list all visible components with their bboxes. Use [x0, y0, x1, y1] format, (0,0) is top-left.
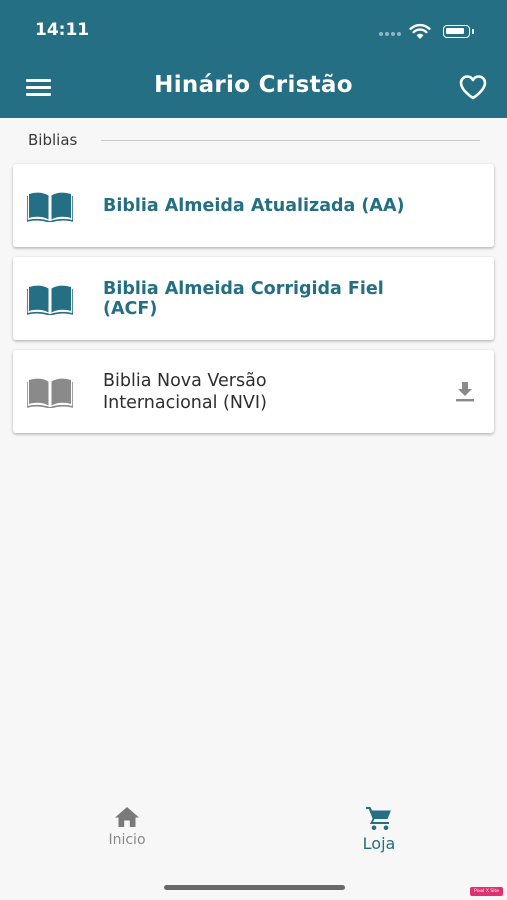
download-button[interactable] [454, 380, 476, 404]
nav-label: Inicio [108, 832, 146, 848]
section-header-biblias: Biblias [28, 130, 480, 152]
battery-icon [443, 25, 474, 38]
bible-card-aa[interactable]: Biblia Almeida Atualizada (AA) [13, 164, 494, 247]
app-bar: 14:11 Hinário Cristão [0, 0, 507, 118]
nav-item-inicio[interactable]: Inicio [77, 805, 177, 865]
home-indicator[interactable] [164, 885, 345, 890]
book-open-icon [27, 192, 73, 222]
bottom-navigation: Inicio Loja [0, 795, 507, 870]
wifi-icon [409, 23, 431, 39]
cart-icon [366, 807, 391, 831]
page-title: Hinário Cristão [154, 72, 353, 98]
book-open-icon [27, 285, 73, 315]
bible-title: Biblia Almeida Corrigida Fiel (ACF) [103, 278, 384, 319]
nav-item-loja[interactable]: Loja [329, 805, 429, 865]
status-bar: 14:11 [0, 0, 507, 60]
bible-title: Biblia Nova Versão Internacional (NVI) [103, 370, 267, 413]
book-open-icon [27, 378, 73, 408]
favorites-button[interactable] [458, 74, 488, 100]
status-icons [379, 22, 489, 42]
status-time: 14:11 [35, 20, 90, 40]
home-icon [115, 807, 139, 827]
bible-title: Biblia Almeida Atualizada (AA) [103, 195, 405, 216]
section-label: Biblias [28, 131, 92, 149]
bible-card-nvi[interactable]: Biblia Nova Versão Internacional (NVI) [13, 350, 494, 433]
nav-label: Loja [362, 834, 396, 853]
section-divider [101, 140, 480, 141]
watermark-badge: Pixel X Site [470, 887, 503, 896]
download-icon [456, 382, 474, 402]
cellular-signal-icon [379, 32, 403, 36]
bible-card-acf[interactable]: Biblia Almeida Corrigida Fiel (ACF) [13, 257, 494, 340]
heart-outline-icon [459, 75, 487, 100]
